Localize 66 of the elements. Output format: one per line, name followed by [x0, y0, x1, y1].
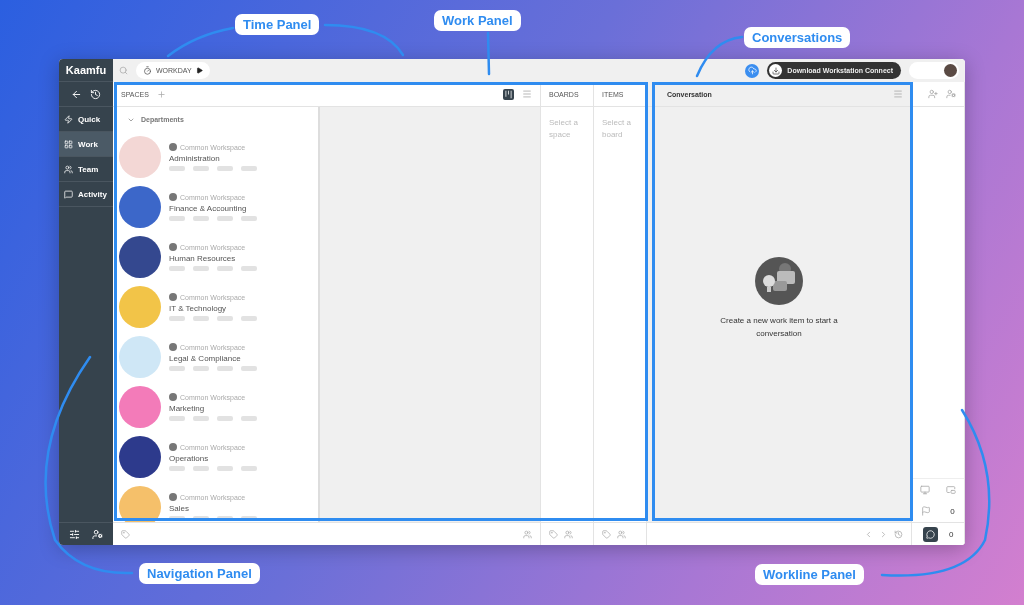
space-image [119, 186, 161, 228]
avatar [944, 64, 957, 77]
add-icon[interactable] [156, 89, 166, 99]
workspace-icon [169, 443, 177, 451]
user-settings-icon[interactable] [92, 528, 103, 540]
user-menu[interactable] [909, 62, 959, 79]
people-icon [64, 164, 73, 174]
workspace-icon [169, 243, 177, 251]
menu-icon[interactable] [893, 89, 903, 99]
sliders-icon[interactable] [69, 528, 80, 540]
lightning-icon [64, 114, 73, 124]
flag-icon[interactable] [921, 506, 932, 516]
members-icon[interactable] [523, 529, 532, 539]
space-name: IT & Technology [169, 304, 228, 313]
workspace-icon [169, 393, 177, 401]
monitor-icon[interactable] [920, 484, 930, 495]
add-user-icon[interactable] [928, 89, 938, 99]
search-icon[interactable] [119, 66, 128, 75]
space-name: Sales [169, 504, 190, 513]
idea-chat-drawing [755, 257, 803, 305]
tag-icon[interactable] [549, 529, 558, 539]
space-image [119, 286, 161, 328]
next-icon[interactable] [879, 529, 888, 539]
annotation-label: Workline Panel [755, 564, 864, 585]
cloud-upload-icon [747, 66, 757, 75]
members-icon[interactable] [617, 529, 626, 539]
workspace-icon [169, 343, 177, 351]
previous-icon[interactable] [864, 529, 873, 539]
menu-icon[interactable] [522, 89, 532, 99]
space-image [119, 336, 161, 378]
download-icon [771, 66, 780, 75]
space-name: Administration [169, 154, 221, 163]
workspace-icon [169, 193, 177, 201]
cloud-upload-button[interactable] [745, 63, 760, 78]
space-name: Finance & Accounting [169, 204, 248, 213]
chat-count: 0 [948, 529, 954, 539]
workspace-icon [169, 493, 177, 501]
space-image [119, 436, 161, 478]
play-icon [195, 67, 203, 74]
board-view-icon[interactable] [503, 88, 514, 100]
tag-icon[interactable] [121, 529, 130, 539]
annotation-label: Navigation Panel [139, 563, 260, 584]
space-name: Marketing [169, 404, 206, 413]
annotation-label: Work Panel [434, 10, 521, 31]
grid-icon [64, 139, 73, 149]
nav-item[interactable]: Work [59, 132, 113, 157]
annotation-label: Conversations [744, 27, 851, 48]
members-icon[interactable] [564, 529, 573, 539]
space-name: Human Resources [169, 254, 237, 263]
stopwatch-icon [143, 66, 152, 75]
back-icon[interactable] [71, 88, 82, 100]
chat-button[interactable] [922, 526, 938, 542]
empty-state-message: Create a new work item to start a conversation [719, 315, 839, 340]
annotation-label: Time Panel [235, 14, 320, 35]
window-icon[interactable] [946, 484, 956, 495]
chat-icon [925, 529, 935, 539]
workspace-icon [169, 143, 177, 151]
space-image [119, 236, 161, 278]
workspace-icon [169, 293, 177, 301]
space-image [119, 386, 161, 428]
space-name: Legal & Compliance [169, 354, 242, 363]
space-image [119, 136, 161, 178]
chat-icon [64, 189, 73, 199]
tag-icon[interactable] [602, 529, 611, 539]
space-name: Operations [169, 454, 210, 463]
flag-count: 0 [950, 506, 955, 516]
